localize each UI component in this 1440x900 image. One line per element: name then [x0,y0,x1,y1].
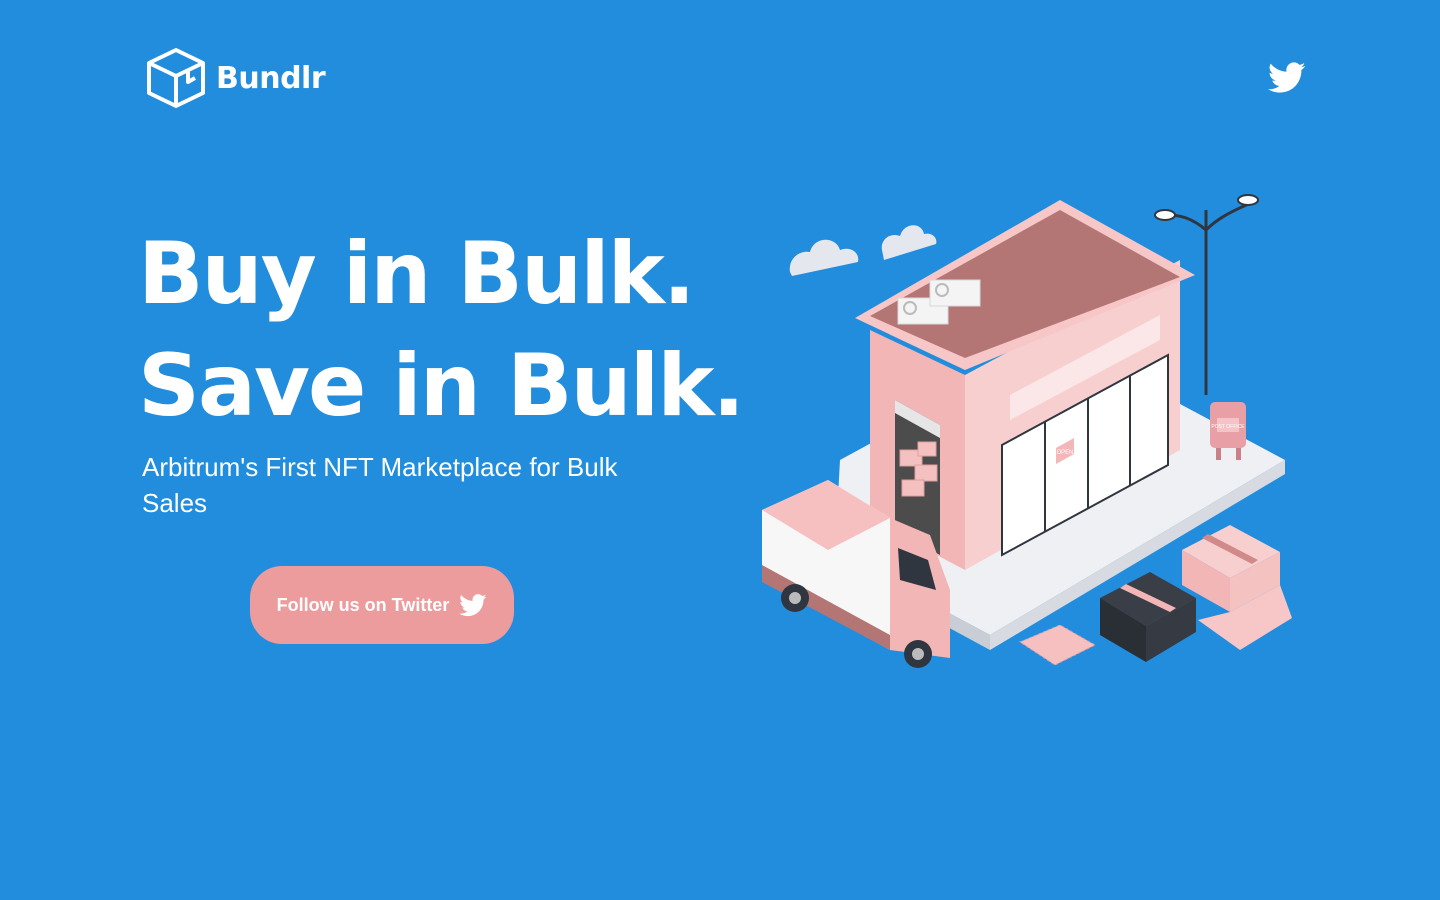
cloud-icon [789,225,937,276]
storefront-delivery-illustration: POST OFFICE OPEN [762,194,1292,668]
store-sign-text: OPEN [1056,450,1073,456]
stamp [1018,624,1097,666]
headline-line-1: Buy in Bulk. [138,224,696,324]
twitter-icon [1268,62,1306,93]
headline-line-2: Save in Bulk. [138,336,745,436]
brand-logo-link[interactable]: Bundlr [144,46,326,110]
hero-headline: Buy in Bulk. Save in Bulk. [138,218,745,442]
mailbox-label: POST OFFICE [1211,424,1245,430]
header-twitter-link[interactable] [1268,62,1306,94]
hero-subtitle: Arbitrum's First NFT Marketplace for Bul… [142,452,618,518]
cta-label: Follow us on Twitter [276,594,450,615]
box-icon [147,48,205,108]
brand-name: Bundlr [216,60,326,96]
follow-twitter-button[interactable]: Follow us on Twitter [250,566,514,644]
twitter-icon [459,593,487,616]
